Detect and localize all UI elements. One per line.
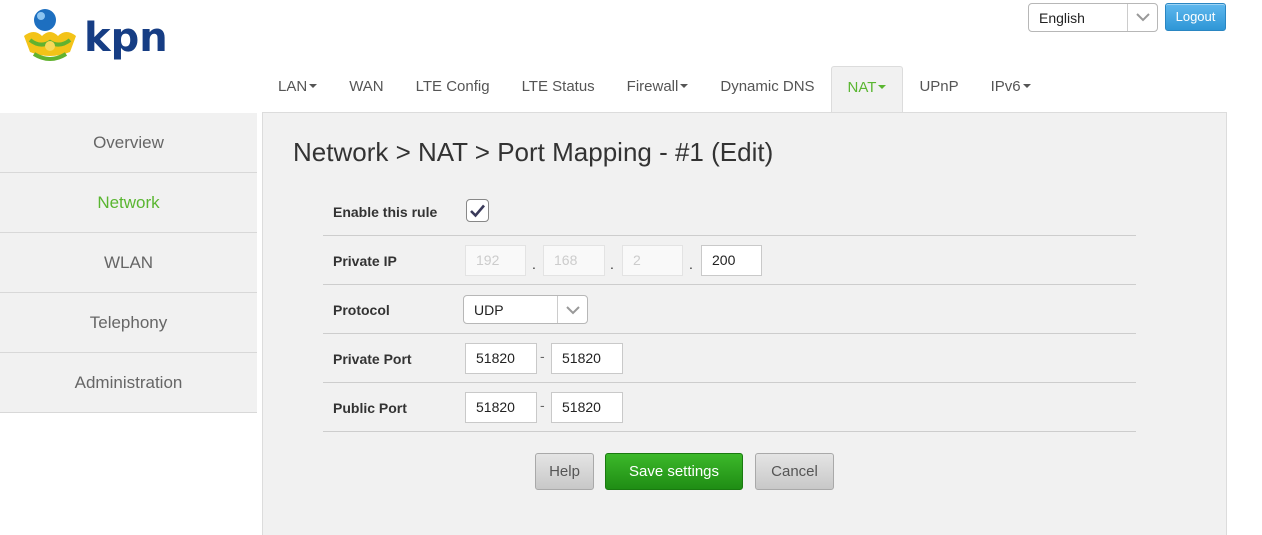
ip-octet-2-input: 168 <box>543 245 605 276</box>
sidebar: Overview Network WLAN Telephony Administ… <box>0 113 257 413</box>
logout-button[interactable]: Logout <box>1165 3 1226 31</box>
ip-dot: . <box>610 256 614 272</box>
private-port-label: Private Port <box>333 351 412 367</box>
ip-dot: . <box>532 256 536 272</box>
tab-label: Firewall <box>626 78 679 95</box>
ip-octet-4-input[interactable]: 200 <box>701 245 762 276</box>
public-port-to-input[interactable]: 51820 <box>551 392 623 423</box>
chevron-down-icon[interactable] <box>563 300 583 320</box>
ip-octet-1-input: 192 <box>465 245 526 276</box>
tab-label: LTE Status <box>521 78 595 95</box>
form-row-protocol: Protocol UDP <box>323 285 1136 334</box>
enable-rule-label: Enable this rule <box>333 204 438 220</box>
form-row-private-port: Private Port 51820 - 51820 <box>323 334 1136 383</box>
protocol-select-value: UDP <box>474 302 504 318</box>
sidebar-item-wlan[interactable]: WLAN <box>0 233 257 293</box>
cancel-button[interactable]: Cancel <box>755 453 834 490</box>
tab-ipv6[interactable]: IPv6 <box>975 66 1047 112</box>
tab-label: NAT <box>847 79 877 96</box>
ip-dot: . <box>689 256 693 272</box>
main-nav-tabs: LAN WAN LTE Config LTE Status Firewall D… <box>262 66 1047 112</box>
tab-label: WAN <box>349 78 384 95</box>
tab-lte-config[interactable]: LTE Config <box>400 66 506 112</box>
port-range-dash: - <box>540 397 545 413</box>
sidebar-item-network[interactable]: Network <box>0 173 257 233</box>
private-port-to-input[interactable]: 51820 <box>551 343 623 374</box>
tab-label: IPv6 <box>990 78 1021 95</box>
caret-down-icon <box>680 84 689 89</box>
tab-lan[interactable]: LAN <box>262 66 333 112</box>
protocol-select[interactable]: UDP <box>463 295 588 324</box>
caret-down-icon <box>878 85 887 90</box>
tab-label: LAN <box>278 78 308 95</box>
tab-nat[interactable]: NAT <box>830 66 904 112</box>
tab-label: UPnP <box>919 78 959 95</box>
tab-label: Dynamic DNS <box>720 78 815 95</box>
private-port-from-input[interactable]: 51820 <box>465 343 537 374</box>
ip-octet-3-input: 2 <box>622 245 683 276</box>
checkmark-icon <box>470 204 485 218</box>
tab-wan[interactable]: WAN <box>333 66 399 112</box>
brand-name: kpn <box>84 15 168 61</box>
language-select[interactable]: English <box>1028 3 1158 32</box>
chevron-down-icon[interactable] <box>1133 7 1153 27</box>
main-panel: Network > NAT > Port Mapping - #1 (Edit)… <box>262 112 1227 535</box>
public-port-from-input[interactable]: 51820 <box>465 392 537 423</box>
language-select-value: English <box>1039 10 1085 26</box>
caret-down-icon <box>1022 84 1031 89</box>
port-range-dash: - <box>540 348 545 364</box>
form-row-private-ip: Private IP 192 . 168 . 2 . 200 <box>323 236 1136 285</box>
kpn-logo[interactable]: kpn <box>20 6 170 68</box>
enable-rule-checkbox[interactable] <box>466 199 489 222</box>
select-divider <box>557 296 558 323</box>
page-title: Network > NAT > Port Mapping - #1 (Edit) <box>293 137 774 167</box>
crown-icon <box>24 9 76 61</box>
tab-dynamic-dns[interactable]: Dynamic DNS <box>704 66 830 112</box>
private-ip-label: Private IP <box>333 253 397 269</box>
select-divider <box>1127 4 1128 31</box>
help-button[interactable]: Help <box>535 453 594 490</box>
caret-down-icon <box>309 84 318 89</box>
tab-label: LTE Config <box>415 78 490 95</box>
public-port-label: Public Port <box>333 400 407 416</box>
protocol-label: Protocol <box>333 302 390 318</box>
tab-upnp[interactable]: UPnP <box>903 66 974 112</box>
save-settings-button[interactable]: Save settings <box>605 453 743 490</box>
sidebar-item-telephony[interactable]: Telephony <box>0 293 257 353</box>
tab-firewall[interactable]: Firewall <box>611 66 705 112</box>
form-row-enable: Enable this rule <box>323 187 1136 236</box>
tab-lte-status[interactable]: LTE Status <box>506 66 611 112</box>
sidebar-item-overview[interactable]: Overview <box>0 113 257 173</box>
port-mapping-form: Enable this rule Private IP 192 . 168 . … <box>323 187 1136 432</box>
form-row-public-port: Public Port 51820 - 51820 <box>323 383 1136 432</box>
sidebar-item-administration[interactable]: Administration <box>0 353 257 413</box>
